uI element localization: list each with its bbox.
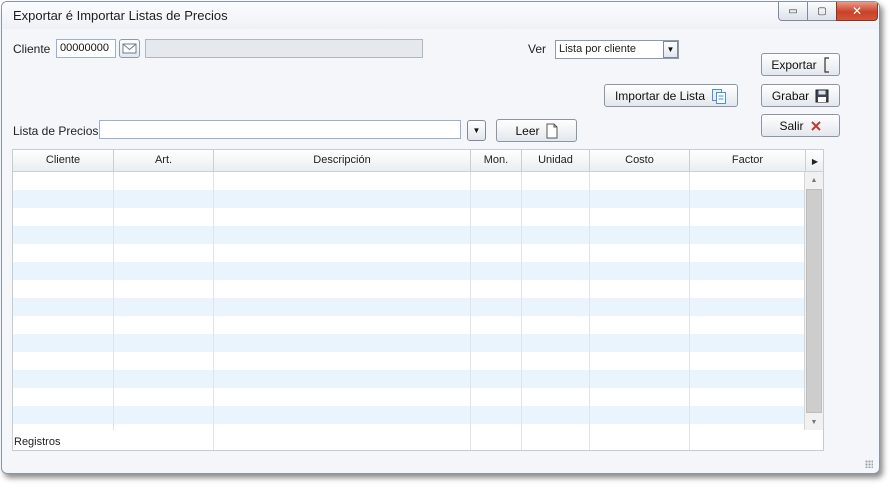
scroll-down-button[interactable]: ▼ xyxy=(805,414,823,430)
column-header-mon[interactable]: Mon. xyxy=(471,150,522,172)
column-divider xyxy=(521,430,522,450)
maximize-icon: ▢ xyxy=(817,5,827,17)
document-icon xyxy=(546,123,558,138)
close-icon: ✕ xyxy=(851,4,863,18)
envelope-icon xyxy=(122,43,137,54)
grabar-button[interactable]: Grabar xyxy=(761,84,840,107)
column-divider xyxy=(689,430,690,450)
scroll-right-button[interactable]: ▶ xyxy=(806,150,823,172)
column-divider xyxy=(589,172,590,450)
lista-dropdown-button[interactable]: ▼ xyxy=(467,120,486,141)
column-divider xyxy=(521,172,522,450)
chevron-down-icon: ▼ xyxy=(472,126,481,135)
minimize-icon: ▭ xyxy=(788,5,798,17)
column-divider xyxy=(113,172,114,430)
exportar-label: Exportar xyxy=(771,57,817,72)
leer-label: Leer xyxy=(515,123,540,138)
column-header-costo[interactable]: Costo xyxy=(590,150,690,172)
column-header-unidad[interactable]: Unidad xyxy=(522,150,590,172)
window-title: Exportar é Importar Listas de Precios xyxy=(13,8,228,23)
exportar-button[interactable]: Exportar xyxy=(761,53,840,76)
ver-dropdown-button[interactable]: ▼ xyxy=(663,41,678,58)
price-list-table[interactable]: Cliente Art. Descripción Mon. Unidad Cos… xyxy=(12,149,824,451)
ver-label: Ver xyxy=(528,42,547,56)
title-bar[interactable]: Exportar é Importar Listas de Precios ▭ … xyxy=(2,2,879,29)
floppy-icon xyxy=(815,89,829,102)
cliente-name-field xyxy=(145,39,423,58)
leer-button[interactable]: Leer xyxy=(496,119,577,142)
column-divider xyxy=(470,430,471,450)
close-button[interactable]: ✕ xyxy=(836,2,878,21)
vertical-scrollbar[interactable]: ▲ ▼ xyxy=(804,172,823,430)
importar-de-lista-button[interactable]: Importar de Lista xyxy=(604,84,738,107)
column-divider xyxy=(470,172,471,450)
importar-label: Importar de Lista xyxy=(614,88,706,103)
bracket-icon xyxy=(824,56,829,73)
main-window: Exportar é Importar Listas de Precios ▭ … xyxy=(1,1,880,474)
chevron-down-icon: ▼ xyxy=(666,45,675,54)
scroll-up-button[interactable]: ▲ xyxy=(805,172,823,188)
table-footer: Registros xyxy=(13,430,823,450)
minimize-button[interactable]: ▭ xyxy=(778,2,808,21)
column-header-cliente[interactable]: Cliente xyxy=(13,150,114,172)
cliente-code-input[interactable]: 00000000 xyxy=(56,39,116,58)
column-divider xyxy=(213,172,214,450)
cliente-lookup-button[interactable] xyxy=(119,39,140,58)
ver-selected-value: Lista por cliente xyxy=(559,43,637,55)
chevron-down-icon: ▼ xyxy=(810,418,818,426)
column-divider xyxy=(213,430,214,450)
cliente-label: Cliente xyxy=(13,42,51,56)
chevron-up-icon: ▲ xyxy=(810,176,818,184)
column-header-factor[interactable]: Factor xyxy=(690,150,806,172)
grabar-label: Grabar xyxy=(771,88,810,103)
resize-grip-icon[interactable] xyxy=(865,460,873,468)
scroll-thumb[interactable] xyxy=(806,189,822,413)
copy-pages-icon xyxy=(712,88,727,104)
salir-label: Salir xyxy=(779,118,804,133)
column-header-art[interactable]: Art. xyxy=(114,150,214,172)
column-header-descripcion[interactable]: Descripción xyxy=(214,150,471,172)
column-divider xyxy=(689,172,690,450)
column-divider xyxy=(589,430,590,450)
close-x-icon xyxy=(810,120,821,131)
maximize-button[interactable]: ▢ xyxy=(807,2,837,21)
ver-select[interactable]: Lista por cliente xyxy=(555,40,679,59)
chevron-right-icon: ▶ xyxy=(811,156,819,166)
lista-de-precios-label: Lista de Precios xyxy=(13,124,99,138)
salir-button[interactable]: Salir xyxy=(761,114,840,137)
table-header: Cliente Art. Descripción Mon. Unidad Cos… xyxy=(13,150,823,172)
registros-label: Registros xyxy=(14,436,61,448)
lista-de-precios-input[interactable] xyxy=(99,120,461,139)
table-body[interactable] xyxy=(13,172,804,430)
